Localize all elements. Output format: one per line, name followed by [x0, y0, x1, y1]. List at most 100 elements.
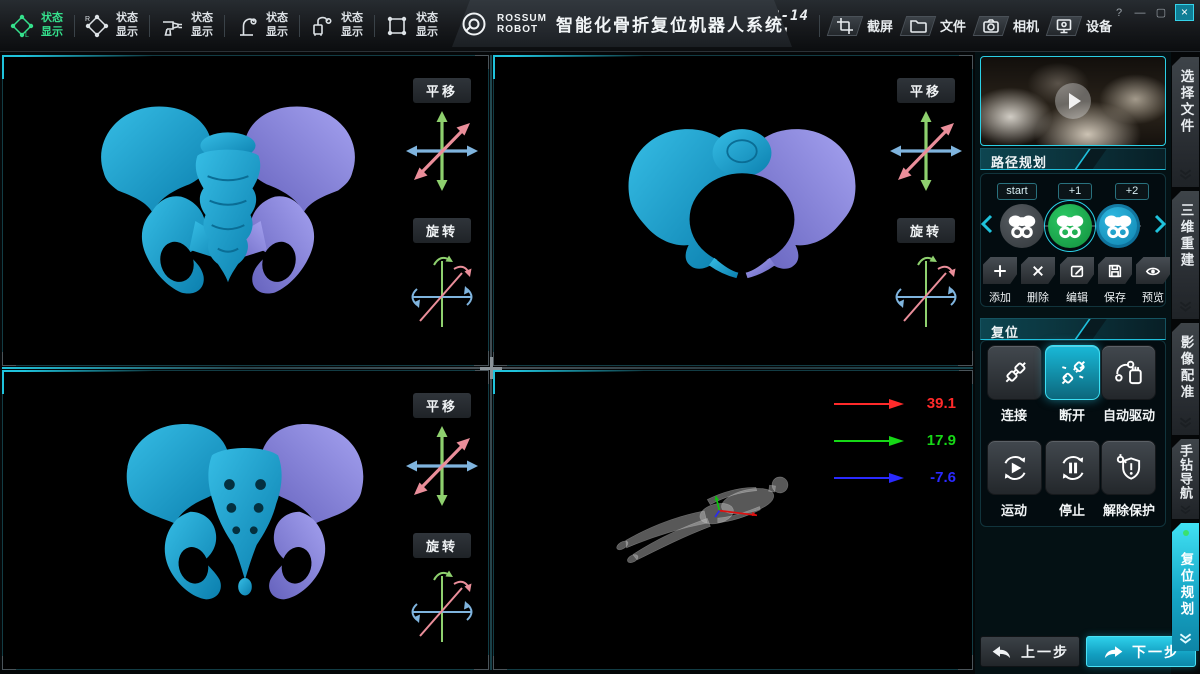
status-item-robot-arm[interactable]: 状态显示 [225, 3, 299, 49]
close-button[interactable]: × [1175, 4, 1194, 21]
screenshot-button[interactable]: 截屏 [830, 16, 893, 36]
corner-accent [959, 55, 973, 69]
edit-path-button[interactable] [1060, 257, 1094, 284]
viewport-3d-body[interactable]: 39.1 17.9 -7.6 [493, 370, 973, 670]
chevron-down-icon [1177, 169, 1194, 183]
path-node-plan1-selected[interactable] [1048, 204, 1092, 248]
rotate-label[interactable]: 旋转 [413, 218, 471, 243]
corner-accent [23, 370, 153, 372]
pelvis-node-icon [1103, 213, 1133, 240]
y-axis-arrow-icon [834, 435, 904, 447]
corner-accent [959, 370, 973, 384]
corner-accent [2, 352, 16, 366]
x-axis-arrow-icon [834, 398, 904, 410]
stop-label: 停止 [1042, 500, 1102, 519]
release-protection-button[interactable] [1101, 440, 1156, 495]
rotate-label[interactable]: 旋转 [897, 218, 955, 243]
status-label: 状态显示 [41, 12, 65, 38]
path-node-start[interactable] [1000, 204, 1044, 248]
divider [819, 15, 820, 37]
help-button[interactable]: ? [1112, 7, 1126, 19]
rotate-axes-icon[interactable] [404, 564, 480, 648]
screenshot-icon [836, 17, 854, 35]
pan-label[interactable]: 平移 [413, 78, 471, 103]
status-item-frame[interactable]: 状态显示 [375, 3, 449, 49]
status-item-tracker-right[interactable]: R 状态显示 [75, 3, 149, 49]
corner-accent [475, 370, 489, 384]
files-button[interactable]: 文件 [903, 16, 966, 36]
pan-axes-icon[interactable] [404, 424, 480, 508]
patient-body-model [590, 463, 830, 577]
status-label: 状态显示 [116, 12, 140, 38]
corner-accent [493, 656, 507, 670]
viewport-3d-posterior[interactable]: 平移 旋转 [2, 370, 489, 670]
motion-button[interactable] [987, 440, 1042, 495]
z-axis-arrow-icon [834, 472, 904, 484]
folder-icon [909, 17, 927, 35]
add-label: 添加 [983, 289, 1017, 305]
previous-step-label: 上一步 [1021, 642, 1069, 662]
window-controls: ? — ▢ × [1112, 4, 1194, 21]
pan-axes-icon[interactable] [404, 109, 480, 193]
pan-axes-icon[interactable] [888, 109, 964, 193]
chevron-down-icon [1177, 505, 1194, 517]
status-item-robot-cart[interactable]: 状态显示 [300, 3, 374, 49]
corner-accent [23, 55, 153, 57]
pelvis-node-icon [1007, 213, 1037, 240]
edit-icon [1069, 263, 1085, 279]
disconnect-button[interactable] [1045, 345, 1100, 400]
prev-node-chevron-icon[interactable] [980, 214, 993, 234]
plug-connect-icon [999, 357, 1031, 389]
status-item-drill[interactable]: 状态显示 [150, 3, 224, 49]
x-displacement-value: 39.1 [912, 395, 956, 412]
y-displacement-value: 17.9 [912, 432, 956, 449]
rotate-axes-icon[interactable] [888, 249, 964, 333]
pan-label[interactable]: 平移 [897, 78, 955, 103]
plan-2-chip[interactable]: +2 [1115, 183, 1149, 200]
stop-button[interactable] [1045, 440, 1100, 495]
next-node-chevron-icon[interactable] [1154, 214, 1167, 234]
rotate-axes-icon[interactable] [404, 249, 480, 333]
tab-reduction-planning-active[interactable]: 复位规划 [1172, 523, 1199, 651]
robot-cart-icon [309, 13, 335, 39]
viewport-3d-anterior[interactable]: 平移 旋转 [2, 55, 489, 366]
auto-drive-button[interactable] [1101, 345, 1156, 400]
maximize-button[interactable]: ▢ [1154, 6, 1168, 19]
camera-button[interactable]: 相机 [976, 16, 1039, 36]
auto-drive-icon [1113, 357, 1145, 389]
legend-row-x: 39.1 [834, 385, 956, 422]
add-path-button[interactable] [983, 257, 1017, 284]
status-item-tracker-left[interactable]: L 状态显示 [0, 3, 74, 49]
path-node-plan2[interactable] [1096, 204, 1140, 248]
right-sidebar: 路径规划 start +1 +2 [975, 52, 1171, 674]
status-label: 状态显示 [266, 12, 290, 38]
svg-text:R: R [85, 16, 90, 23]
preview-path-button[interactable] [1136, 257, 1170, 284]
start-chip[interactable]: start [997, 183, 1037, 200]
camera-icon [982, 17, 1000, 35]
chevron-down-icon [1177, 417, 1194, 431]
previous-step-button[interactable]: 上一步 [980, 636, 1080, 667]
surgery-video-thumbnail[interactable] [980, 56, 1166, 146]
minimize-button[interactable]: — [1133, 7, 1147, 19]
device-button[interactable]: 设备 [1049, 16, 1112, 36]
corner-accent [493, 352, 507, 366]
app-window: L 状态显示 R 状态显示 状态显示 状态显示 [0, 0, 1200, 674]
plan-1-chip[interactable]: +1 [1058, 183, 1092, 200]
viewport-3d-inlet[interactable]: 平移 旋转 [493, 55, 973, 366]
save-path-button[interactable] [1098, 257, 1132, 284]
corner-accent [2, 656, 16, 670]
delete-path-button[interactable] [1021, 257, 1055, 284]
rotate-label[interactable]: 旋转 [413, 533, 471, 558]
tab-3d-reconstruction[interactable]: 三维重建 [1172, 191, 1199, 319]
pan-label[interactable]: 平移 [413, 393, 471, 418]
forward-arrow-icon [1102, 644, 1124, 660]
disconnect-label: 断开 [1042, 405, 1102, 424]
cross-icon [1031, 264, 1045, 278]
tab-drill-navigation[interactable]: 手钻导航 [1172, 439, 1199, 519]
tab-select-file[interactable]: 选择文件 [1172, 57, 1199, 187]
tab-image-registration[interactable]: 影像配准 [1172, 323, 1199, 435]
connect-button[interactable] [987, 345, 1042, 400]
brand-name: ROSSUM ROBOT [497, 13, 547, 35]
pelvis-node-icon [1055, 213, 1085, 240]
